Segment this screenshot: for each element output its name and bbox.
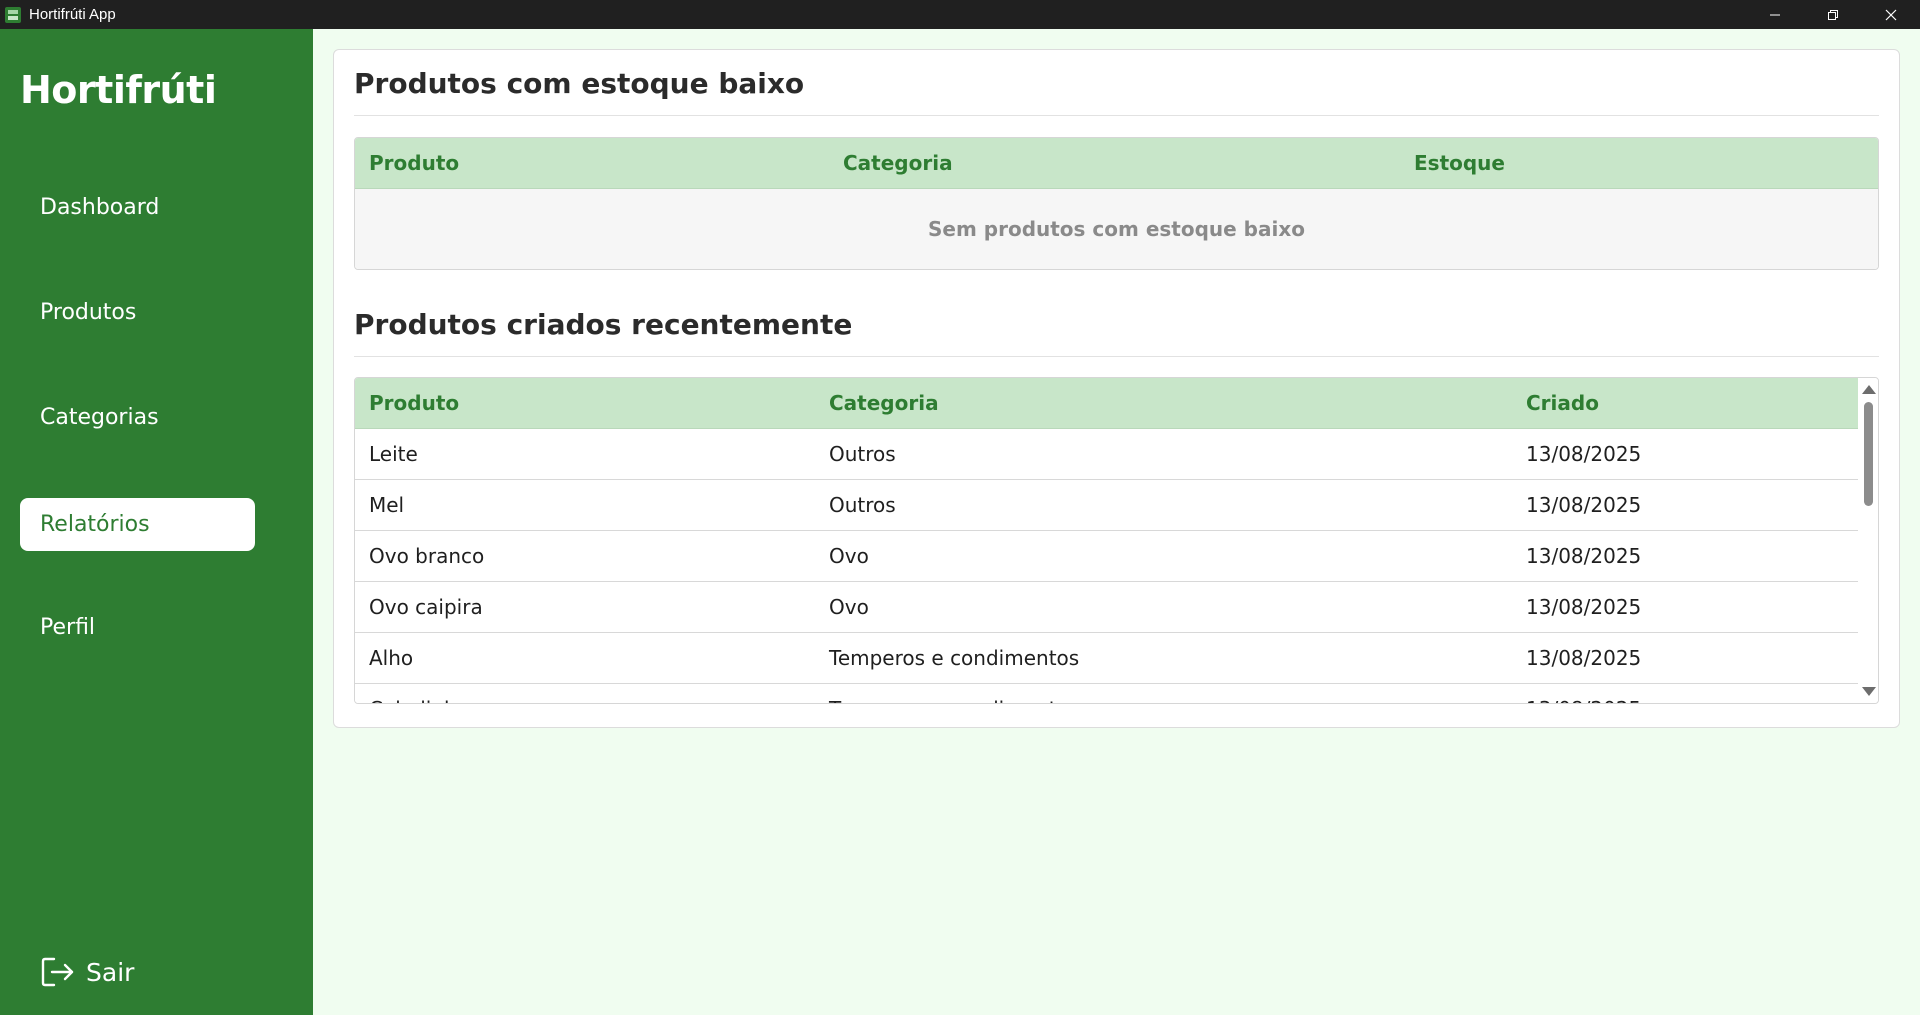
table-body: Leite Outros 13/08/2025 Mel Outros 13/08…: [355, 429, 1858, 703]
column-header-produto[interactable]: Produto: [369, 138, 459, 189]
scroll-down-arrow-icon[interactable]: [1862, 687, 1876, 696]
table-row[interactable]: Ovo branco Ovo 13/08/2025: [355, 531, 1858, 582]
brand-title: Hortifrúti: [20, 68, 217, 112]
cell-produto: Alho: [369, 646, 414, 670]
cell-categoria: Temperos e condimentos: [829, 684, 1079, 703]
close-button[interactable]: [1862, 0, 1920, 29]
cell-produto: Mel: [369, 493, 405, 517]
scroll-thumb[interactable]: [1864, 402, 1873, 506]
window-title: Hortifrúti App: [29, 6, 116, 23]
sidebar-item-relatorios[interactable]: Relatórios: [20, 498, 255, 551]
column-header-criado[interactable]: Criado: [1526, 378, 1599, 429]
column-header-categoria[interactable]: Categoria: [843, 138, 953, 189]
cell-categoria: Outros: [829, 442, 896, 466]
scroll-up-arrow-icon[interactable]: [1862, 385, 1876, 394]
cell-criado: 13/08/2025: [1526, 493, 1642, 517]
cell-criado: 13/08/2025: [1526, 595, 1642, 619]
table-row[interactable]: Alho Temperos e condimentos 13/08/2025: [355, 633, 1858, 684]
minimize-button[interactable]: [1746, 0, 1804, 29]
column-header-produto[interactable]: Produto: [369, 378, 459, 429]
empty-state-message: Sem produtos com estoque baixo: [355, 189, 1878, 269]
cell-categoria: Temperos e condimentos: [829, 646, 1080, 670]
recent-products-table: Produto Categoria Criado Leite Outros 13…: [354, 377, 1879, 704]
cell-criado: 13/08/2025: [1526, 684, 1641, 703]
vertical-scrollbar[interactable]: [1858, 378, 1878, 703]
table-header: Produto Categoria Estoque: [355, 138, 1878, 189]
cell-criado: 13/08/2025: [1526, 544, 1642, 568]
restore-icon: [1828, 9, 1838, 20]
cell-categoria: Outros: [829, 493, 896, 517]
sidebar-item-categorias[interactable]: Categorias: [20, 391, 255, 444]
window-controls: [1746, 0, 1920, 29]
cell-categoria: Ovo: [829, 544, 869, 568]
cell-criado: 13/08/2025: [1526, 646, 1642, 670]
column-header-estoque[interactable]: Estoque: [1414, 138, 1505, 189]
table-row[interactable]: Mel Outros 13/08/2025: [355, 480, 1858, 531]
low-stock-table: Produto Categoria Estoque Sem produtos c…: [354, 137, 1879, 270]
table-row[interactable]: Cebolinha Temperos e condimentos 13/08/2…: [355, 684, 1858, 703]
logout-icon: [41, 957, 74, 987]
table-header: Produto Categoria Criado: [355, 378, 1858, 429]
logout-label: Sair: [86, 957, 135, 987]
sidebar-item-dashboard[interactable]: Dashboard: [20, 181, 255, 234]
restore-button[interactable]: [1804, 0, 1862, 29]
minimize-icon: [1770, 14, 1780, 15]
column-header-categoria[interactable]: Categoria: [829, 378, 939, 429]
low-stock-title: Produtos com estoque baixo: [354, 67, 805, 100]
close-icon: [1885, 9, 1897, 20]
cell-categoria: Ovo: [829, 595, 869, 619]
cell-produto: Cebolinha: [369, 684, 469, 703]
cell-produto: Ovo caipira: [369, 595, 483, 619]
cell-produto: Leite: [369, 442, 418, 466]
sidebar: Hortifrúti Dashboard Produtos Categorias…: [0, 29, 313, 1015]
app-icon: [5, 6, 21, 23]
reports-card: Produtos com estoque baixo Produto Categ…: [333, 49, 1900, 728]
cell-criado: 13/08/2025: [1526, 442, 1642, 466]
recent-products-title: Produtos criados recentemente: [354, 308, 853, 341]
sidebar-item-produtos[interactable]: Produtos: [20, 286, 255, 339]
section-divider: [354, 356, 1879, 357]
logout-button[interactable]: Sair: [40, 956, 134, 988]
cell-produto: Ovo branco: [369, 544, 485, 568]
table-row[interactable]: Leite Outros 13/08/2025: [355, 429, 1858, 480]
section-divider: [354, 115, 1879, 116]
title-bar: Hortifrúti App: [0, 0, 1920, 29]
sidebar-item-perfil[interactable]: Perfil: [20, 601, 255, 654]
table-row[interactable]: Ovo caipira Ovo 13/08/2025: [355, 582, 1858, 633]
